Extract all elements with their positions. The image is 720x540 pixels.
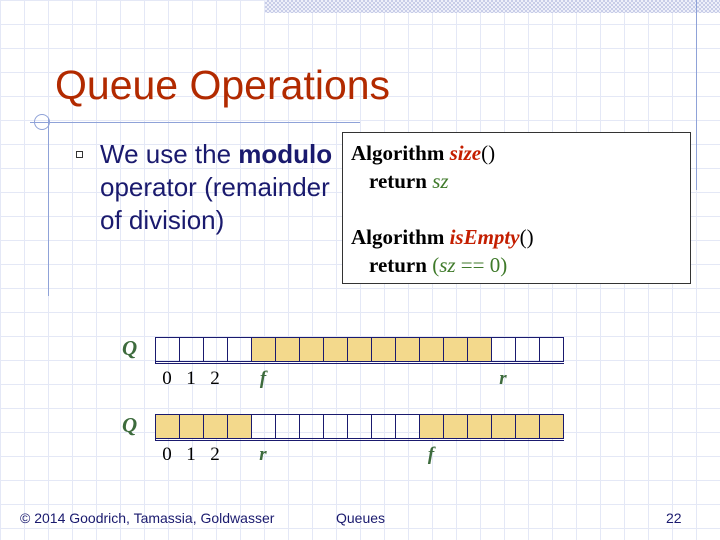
algorithm-size-body: return sz xyxy=(369,169,449,194)
index-label-0: 0 xyxy=(162,368,172,389)
pointer-front: f xyxy=(259,368,267,389)
queue-label-2: Q xyxy=(122,413,138,437)
queue-cell-empty xyxy=(156,337,180,362)
top-decorative-strip xyxy=(265,0,720,13)
pointer-rear: r xyxy=(499,368,507,389)
queue-cell-empty xyxy=(324,414,348,439)
queue-cell-filled xyxy=(492,414,516,439)
queue-cell-filled xyxy=(204,414,228,439)
bullet-bold-word: modulo xyxy=(238,139,333,169)
pointer-front: f xyxy=(427,444,435,465)
queue-cell-filled xyxy=(276,337,300,362)
crosshair-ornament xyxy=(34,114,50,130)
queue-cell-filled xyxy=(372,337,396,362)
queue-cell-filled xyxy=(444,337,468,362)
decorative-line-left xyxy=(48,118,49,296)
queue-cell-filled xyxy=(468,337,492,362)
function-name-isempty: isEmpty xyxy=(449,225,520,249)
pointer-rear: r xyxy=(259,444,267,465)
queue-cell-filled xyxy=(324,337,348,362)
footer-page-number: 22 xyxy=(666,510,682,526)
index-label-1: 1 xyxy=(186,368,196,389)
return-value-sz: sz xyxy=(432,169,449,193)
function-parens: () xyxy=(519,225,534,249)
queue-cell-empty xyxy=(252,414,276,439)
return-keyword: return xyxy=(369,169,427,193)
return-var-sz: sz xyxy=(439,253,456,277)
footer-topic: Queues xyxy=(336,510,386,526)
footer-copyright: © 2014 Goodrich, Tamassia, Goldwasser xyxy=(20,510,275,526)
algorithm-isempty-header: Algorithm isEmpty() xyxy=(351,225,534,250)
queue-cell-filled xyxy=(516,414,540,439)
algorithm-keyword: Algorithm xyxy=(351,225,445,249)
queue-cell-filled xyxy=(348,337,372,362)
queue-cell-filled xyxy=(444,414,468,439)
queue-cell-filled xyxy=(396,337,420,362)
algorithm-size-header: Algorithm size() xyxy=(351,141,495,166)
queue-cell-empty xyxy=(180,337,204,362)
queue-cell-empty xyxy=(396,414,420,439)
queue-cell-empty xyxy=(372,414,396,439)
index-label-0: 0 xyxy=(162,444,172,465)
index-label-2: 2 xyxy=(210,444,220,465)
return-keyword: return xyxy=(369,253,427,277)
queue-cell-empty xyxy=(204,337,228,362)
queue-cell-empty xyxy=(540,337,564,362)
algorithm-keyword: Algorithm xyxy=(351,141,445,165)
bullet-text: We use the modulo operator (remainder of… xyxy=(100,138,340,237)
queue-cell-filled xyxy=(540,414,564,439)
queue-cell-filled xyxy=(180,414,204,439)
bullet-square-icon xyxy=(76,151,83,158)
queue-cell-filled xyxy=(156,414,180,439)
index-label-1: 1 xyxy=(186,444,196,465)
queue-cell-filled xyxy=(300,337,324,362)
queue-cell-empty xyxy=(516,337,540,362)
queue-cell-empty xyxy=(228,337,252,362)
algorithm-box: Algorithm size() return sz Algorithm isE… xyxy=(342,132,691,284)
slide-title: Queue Operations xyxy=(55,62,391,108)
algorithm-isempty-body: return (sz == 0) xyxy=(369,253,507,278)
queue-cell-empty xyxy=(276,414,300,439)
decorative-line-right xyxy=(696,0,697,190)
function-name-size: size xyxy=(449,141,482,165)
queue-cell-filled xyxy=(468,414,492,439)
queue-cell-empty xyxy=(348,414,372,439)
title-underline xyxy=(30,122,360,123)
return-comparison: == 0) xyxy=(455,253,508,277)
queue-array-1 xyxy=(155,337,564,364)
queue-cell-empty xyxy=(300,414,324,439)
queue-cell-filled xyxy=(420,414,444,439)
queue-cell-filled xyxy=(228,414,252,439)
function-parens: () xyxy=(481,141,496,165)
queue-array-2 xyxy=(155,414,564,441)
queue-cell-filled xyxy=(420,337,444,362)
queue-cell-filled xyxy=(252,337,276,362)
index-label-2: 2 xyxy=(210,368,220,389)
bullet-text-before: We use the xyxy=(100,139,239,169)
queue-cell-empty xyxy=(492,337,516,362)
queue-label-1: Q xyxy=(122,336,138,360)
bullet-text-after: operator (remainder of division) xyxy=(100,172,330,235)
